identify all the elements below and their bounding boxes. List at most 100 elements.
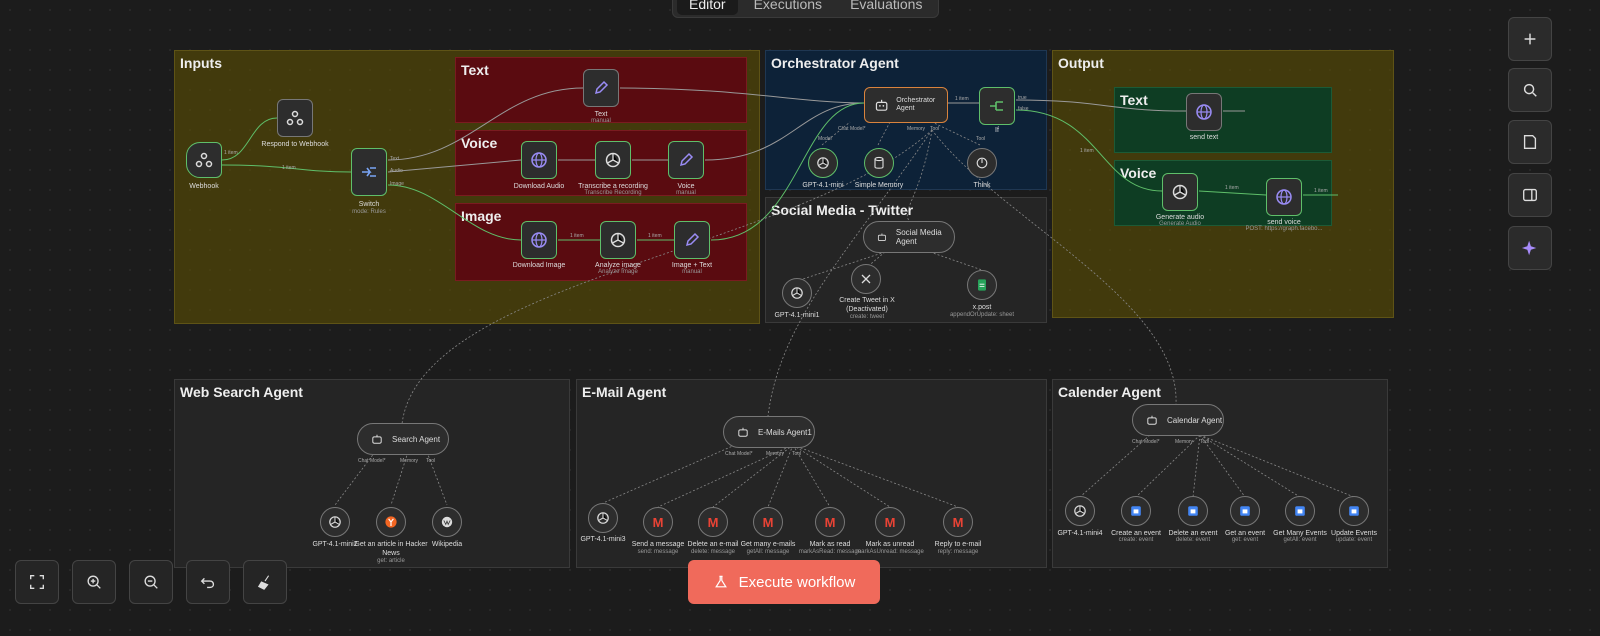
undo-button[interactable]	[186, 560, 230, 604]
node-label: Orchestrator Agent	[896, 97, 936, 112]
node-label: x.post	[972, 304, 992, 311]
node-label: send text	[1189, 134, 1219, 141]
openai-icon	[610, 232, 626, 248]
download-image-node[interactable]	[521, 221, 557, 259]
port-label: 1 item	[1080, 148, 1094, 154]
branch-icon	[990, 101, 1003, 111]
zoom-in-icon	[87, 575, 101, 589]
emails-agent-node[interactable]: E-Mails Agent1	[723, 416, 815, 448]
tab-evaluations[interactable]: Evaluations	[838, 0, 934, 15]
text-node[interactable]	[583, 69, 619, 107]
hacker-news-node[interactable]	[376, 507, 406, 537]
robot-icon	[372, 434, 382, 444]
gpt-41-mini2-node[interactable]	[320, 507, 350, 537]
execute-workflow-label: Execute workflow	[738, 573, 856, 591]
google-calendar-icon	[1131, 506, 1141, 516]
send-message-node[interactable]: M	[643, 507, 673, 537]
create-tweet-node[interactable]	[851, 264, 881, 294]
port-label: Memory	[907, 126, 926, 132]
switch-node[interactable]	[351, 148, 387, 196]
port-label: Chat Model*	[838, 126, 866, 132]
gpt-41-mini-node[interactable]	[808, 148, 838, 178]
fit-view-button[interactable]	[15, 560, 59, 604]
analyze-image-node[interactable]	[600, 221, 636, 259]
sticky-note-button[interactable]	[1508, 120, 1552, 164]
send-text-node[interactable]	[1186, 93, 1222, 131]
node-sublabel: Generate Audio	[1159, 221, 1201, 227]
gmail-icon: M	[952, 514, 964, 530]
globe-icon	[1276, 189, 1292, 205]
gpt-41-mini1-node[interactable]	[782, 278, 812, 308]
get-many-events-node[interactable]	[1285, 496, 1315, 526]
google-calendar-icon	[1295, 506, 1305, 516]
node-label: Think	[973, 182, 991, 189]
generate-audio-node[interactable]	[1162, 173, 1198, 211]
execute-workflow-button[interactable]: Execute workflow	[688, 560, 880, 604]
group-title: Output	[1058, 55, 1104, 71]
get-many-emails-node[interactable]: M	[753, 507, 783, 537]
simple-memory-node[interactable]	[864, 148, 894, 178]
port-label: 1 item	[1314, 188, 1328, 194]
reply-email-node[interactable]: M	[943, 507, 973, 537]
wikipedia-node[interactable]	[432, 507, 462, 537]
node-sublabel: get: article	[377, 558, 405, 564]
mark-as-read-node[interactable]: M	[815, 507, 845, 537]
zoom-out-button[interactable]	[129, 560, 173, 604]
group-title: Voice	[1120, 165, 1157, 181]
search-button[interactable]	[1508, 68, 1552, 112]
mark-as-unread-node[interactable]: M	[875, 507, 905, 537]
respond-to-webhook-node[interactable]	[277, 99, 313, 137]
openai-icon	[791, 287, 803, 299]
gmail-icon: M	[652, 514, 664, 530]
wikipedia-icon	[441, 516, 453, 528]
zoom-in-button[interactable]	[72, 560, 116, 604]
port-label: 1 item	[282, 165, 296, 171]
delete-email-node[interactable]: M	[698, 507, 728, 537]
openai-icon	[1172, 184, 1188, 200]
create-event-node[interactable]	[1121, 496, 1151, 526]
fit-view-icon	[30, 575, 44, 589]
port-label: Image	[390, 181, 404, 187]
download-audio-node[interactable]	[521, 141, 557, 179]
send-voice-node[interactable]	[1266, 178, 1302, 216]
x-logo-icon	[861, 274, 871, 284]
robot-icon	[1147, 415, 1157, 425]
node-label: If	[995, 127, 999, 134]
get-event-node[interactable]	[1230, 496, 1260, 526]
webhook-node[interactable]	[186, 142, 222, 178]
add-node-button[interactable]	[1508, 17, 1552, 61]
tab-executions[interactable]: Executions	[742, 0, 834, 15]
tidy-up-button[interactable]	[243, 560, 287, 604]
gpt-41-mini4-node[interactable]	[1065, 496, 1095, 526]
calendar-agent-node[interactable]: Calendar Agent	[1132, 404, 1224, 436]
node-sublabel: manual	[682, 269, 702, 275]
transcribe-node[interactable]	[595, 141, 631, 179]
openai-icon	[1074, 505, 1086, 517]
gpt-41-mini3-node[interactable]	[588, 503, 618, 533]
node-sublabel: mode: Rules	[352, 209, 386, 215]
toggle-panel-button[interactable]	[1508, 173, 1552, 217]
search-agent-node[interactable]: Search Agent	[357, 423, 449, 455]
pencil-icon	[679, 152, 694, 167]
think-icon	[976, 157, 988, 169]
delete-event-node[interactable]	[1178, 496, 1208, 526]
port-label: Tool	[930, 126, 940, 132]
group-output-text[interactable]: Text	[1114, 87, 1332, 153]
ai-assistant-button[interactable]	[1508, 226, 1552, 270]
update-events-node[interactable]	[1339, 496, 1369, 526]
tab-editor[interactable]: Editor	[677, 0, 738, 15]
group-title: Text	[1120, 92, 1148, 108]
orchestrator-agent-node[interactable]: Orchestrator Agent	[864, 87, 948, 123]
group-title: E-Mail Agent	[582, 384, 667, 400]
xpost-node[interactable]	[967, 270, 997, 300]
port-label: Audio	[390, 168, 403, 174]
if-node[interactable]	[979, 87, 1015, 125]
voice-node[interactable]	[668, 141, 704, 179]
globe-icon	[531, 232, 547, 248]
node-sublabel: POST: https://graph.facebo...	[1245, 226, 1323, 232]
node-label: Wikipedia	[431, 541, 463, 548]
port-label: true	[1018, 95, 1027, 101]
think-node[interactable]	[967, 148, 997, 178]
image-text-node[interactable]	[674, 221, 710, 259]
social-media-agent-node[interactable]: Social Media Agent	[863, 221, 955, 253]
